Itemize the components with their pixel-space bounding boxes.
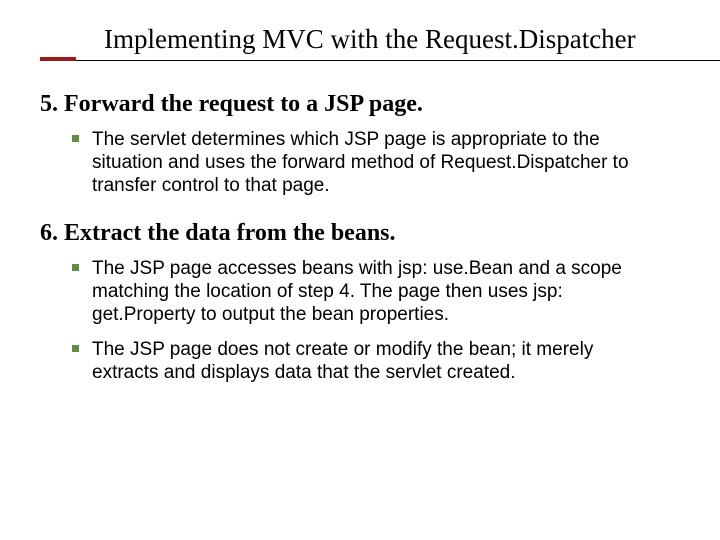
list-item: The servlet determines which JSP page is…	[92, 128, 680, 198]
bullet-list: The servlet determines which JSP page is…	[40, 128, 680, 198]
step-heading: 5. Forward the request to a JSP page.	[40, 91, 680, 118]
slide-title: Implementing MVC with the Request.Dispat…	[104, 24, 680, 55]
slide: Implementing MVC with the Request.Dispat…	[0, 0, 720, 540]
bullet-list: The JSP page accesses beans with jsp: us…	[40, 257, 680, 385]
title-rule	[40, 57, 720, 61]
list-item: The JSP page does not create or modify t…	[92, 338, 680, 384]
list-item: The JSP page accesses beans with jsp: us…	[92, 257, 680, 327]
step-heading: 6. Extract the data from the beans.	[40, 220, 680, 247]
slide-content: 5. Forward the request to a JSP page. Th…	[40, 91, 680, 384]
title-area: Implementing MVC with the Request.Dispat…	[40, 24, 680, 61]
